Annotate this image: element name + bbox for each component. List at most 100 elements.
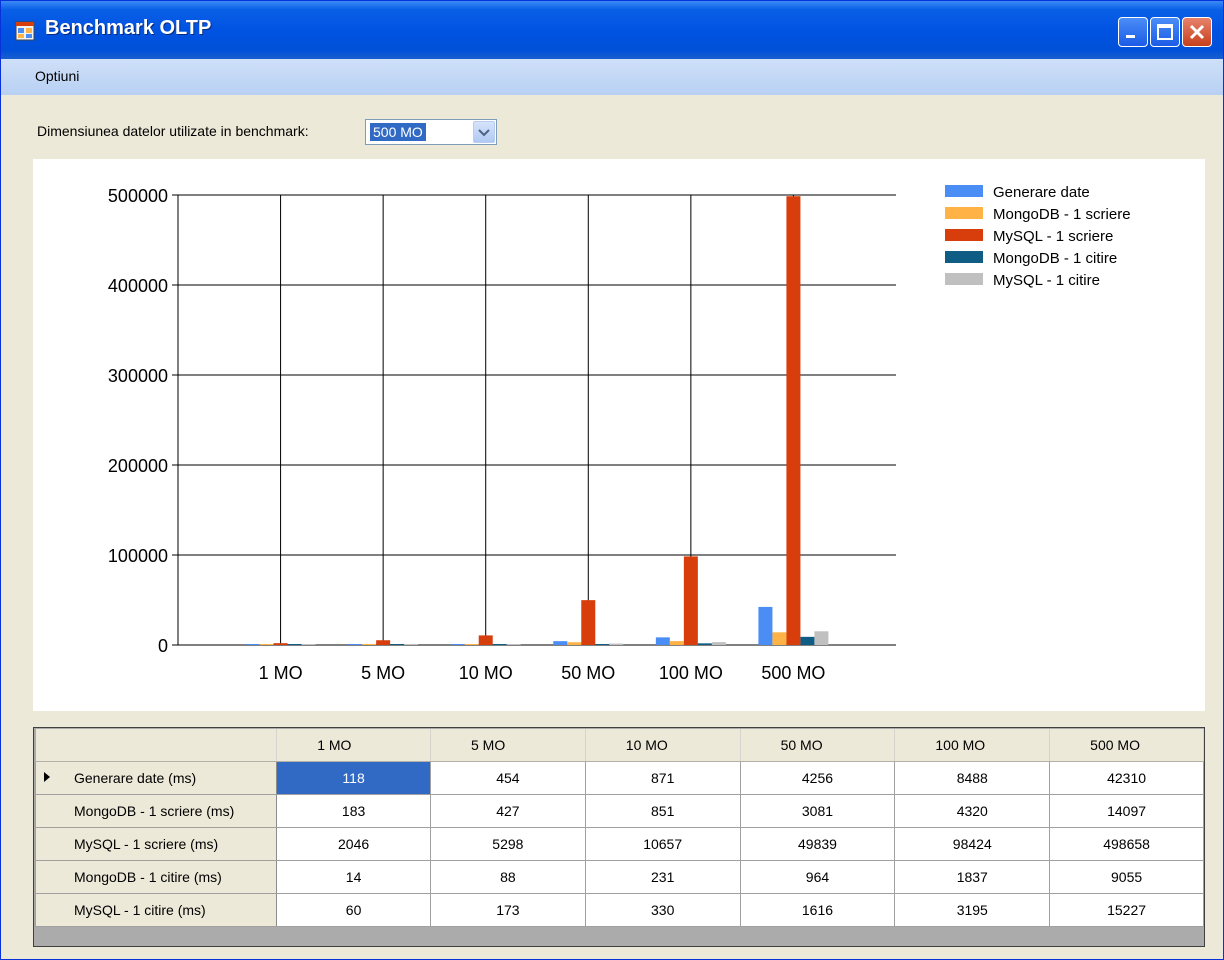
row-header[interactable]: MongoDB - 1 scriere (ms) <box>34 794 278 828</box>
row-header[interactable]: Generare date (ms) <box>34 761 278 795</box>
table-cell[interactable]: 118 <box>276 761 431 795</box>
title-bar[interactable]: Benchmark OLTP <box>1 1 1223 59</box>
bar <box>506 644 521 645</box>
bar <box>711 642 726 645</box>
bar <box>450 644 465 645</box>
table-cell[interactable]: 1616 <box>739 893 896 927</box>
bar <box>492 644 507 645</box>
bar <box>567 642 582 645</box>
table-cell[interactable]: 231 <box>584 860 741 894</box>
table-cell[interactable]: 15227 <box>1049 893 1204 927</box>
table-cell[interactable]: 10657 <box>584 827 741 861</box>
table-cell[interactable]: 49839 <box>739 827 896 861</box>
bar <box>464 644 479 645</box>
bar <box>609 643 624 645</box>
bar <box>800 636 815 645</box>
table-cell[interactable]: 3081 <box>739 794 896 828</box>
table-cell[interactable]: 4256 <box>739 761 896 795</box>
table-cell[interactable]: 498658 <box>1049 827 1204 861</box>
table-cell[interactable]: 964 <box>739 860 896 894</box>
y-tick-label: 400000 <box>108 276 168 296</box>
table-row[interactable]: MySQL - 1 scriere (ms) 2046 5298 10657 4… <box>34 827 1204 861</box>
table-cell[interactable]: 851 <box>584 794 741 828</box>
table-cell[interactable]: 98424 <box>894 827 1051 861</box>
legend-label: MySQL - 1 scriere <box>993 228 1113 245</box>
table-cell[interactable]: 42310 <box>1049 761 1204 795</box>
bar <box>287 644 302 645</box>
close-button[interactable] <box>1182 17 1212 47</box>
bar <box>595 644 610 645</box>
table-cell[interactable]: 1837 <box>894 860 1051 894</box>
table-cell[interactable]: 14097 <box>1049 794 1204 828</box>
bar <box>669 641 684 645</box>
bar <box>655 637 670 645</box>
table-cell[interactable]: 8488 <box>894 761 1051 795</box>
column-header[interactable]: 5 MO <box>430 729 586 762</box>
table-cell[interactable]: 183 <box>276 794 431 828</box>
bar <box>786 196 801 645</box>
x-tick-label: 10 MO <box>459 663 513 683</box>
row-header[interactable]: MySQL - 1 scriere (ms) <box>34 827 278 861</box>
table-cell[interactable]: 9055 <box>1049 860 1204 894</box>
legend-label: MongoDB - 1 citire <box>993 250 1117 267</box>
table-cell[interactable]: 3195 <box>894 893 1051 927</box>
table-cell[interactable]: 2046 <box>276 827 431 861</box>
table-cell[interactable]: 871 <box>584 761 741 795</box>
table-cell[interactable]: 60 <box>276 893 431 927</box>
bar <box>362 644 377 645</box>
results-grid: 1 MO 5 MO 10 MO 50 MO 100 MO 500 MO Gene… <box>33 727 1205 947</box>
column-header[interactable]: 500 MO <box>1049 729 1204 762</box>
close-icon <box>1189 24 1205 40</box>
chart-svg: 0 100000 200000 300000 400000 500000 1 MO 5 MO 1… <box>108 184 1131 683</box>
y-tick-label: 100000 <box>108 546 168 566</box>
bar <box>581 600 596 645</box>
table-row[interactable]: MongoDB - 1 citire (ms) 14 88 231 964 18… <box>34 860 1204 894</box>
x-tick-label: 50 MO <box>561 663 615 683</box>
row-header[interactable]: MySQL - 1 citire (ms) <box>34 893 278 927</box>
bar <box>390 644 405 645</box>
table-cell[interactable]: 330 <box>584 893 741 927</box>
column-header[interactable]: 100 MO <box>894 729 1051 762</box>
table-row[interactable]: Generare date (ms) 118 454 871 4256 8488… <box>34 761 1204 795</box>
header-row: 1 MO 5 MO 10 MO 50 MO 100 MO 500 MO <box>35 729 1204 762</box>
app-window-icon <box>15 21 35 41</box>
row-label: MongoDB - 1 scriere (ms) <box>74 803 235 819</box>
bar <box>814 631 829 645</box>
table-cell[interactable]: 427 <box>429 794 586 828</box>
data-size-label: Dimensiunea datelor utilizate in benchma… <box>37 123 309 139</box>
app-window: Benchmark OLTP Optiuni Dimensiunea datel… <box>0 0 1224 960</box>
table-row[interactable]: MySQL - 1 citire (ms) 60 173 330 1616 31… <box>34 893 1204 927</box>
table-cell[interactable]: 5298 <box>429 827 586 861</box>
bar <box>683 556 698 645</box>
menu-optiuni[interactable]: Optiuni <box>35 68 79 84</box>
table-cell[interactable]: 14 <box>276 860 431 894</box>
table-cell[interactable]: 88 <box>429 860 586 894</box>
legend-label: Generare date <box>993 184 1090 201</box>
bar <box>697 643 712 645</box>
maximize-button[interactable] <box>1150 17 1180 47</box>
table-row[interactable]: MongoDB - 1 scriere (ms) 183 427 851 308… <box>34 794 1204 828</box>
data-size-dropdown[interactable]: 500 MO <box>365 119 497 145</box>
column-header[interactable]: 1 MO <box>276 729 431 762</box>
dropdown-button[interactable] <box>473 121 495 143</box>
results-table: 1 MO 5 MO 10 MO 50 MO 100 MO 500 MO Gene… <box>34 729 1204 927</box>
header-corner <box>35 729 278 762</box>
bar <box>259 644 274 645</box>
row-header[interactable]: MongoDB - 1 citire (ms) <box>34 860 278 894</box>
bar <box>772 632 787 645</box>
legend-swatch <box>945 251 983 263</box>
x-tick-label: 100 MO <box>659 663 723 683</box>
table-cell[interactable]: 454 <box>429 761 586 795</box>
data-size-selected-value: 500 MO <box>370 123 426 141</box>
bar <box>478 635 493 645</box>
table-cell[interactable]: 4320 <box>894 794 1051 828</box>
row-label: Generare date (ms) <box>74 770 197 786</box>
column-header[interactable]: 10 MO <box>585 729 741 762</box>
column-header[interactable]: 50 MO <box>740 729 896 762</box>
row-label: MySQL - 1 scriere (ms) <box>74 836 219 852</box>
x-tick-label: 5 MO <box>361 663 405 683</box>
minimize-button[interactable] <box>1118 17 1148 47</box>
table-cell[interactable]: 173 <box>429 893 586 927</box>
bar <box>376 640 391 645</box>
chevron-down-icon <box>478 129 490 137</box>
